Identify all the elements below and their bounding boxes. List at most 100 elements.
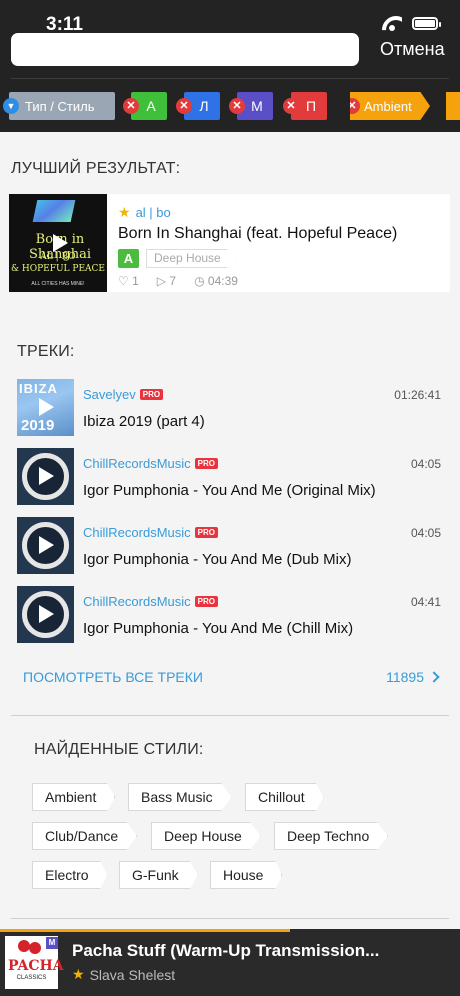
status-icons — [382, 15, 441, 31]
wifi-icon — [382, 15, 402, 31]
track-row[interactable]: ChillRecordsMusic PRO 04:05 Igor Pumphon… — [17, 517, 449, 575]
filter-chip-ambient[interactable]: ✕ Ambient — [350, 92, 430, 120]
player-progress-bar[interactable] — [0, 929, 290, 932]
track-title: Ibiza 2019 (part 4) — [83, 413, 205, 430]
track-duration: 04:41 — [410, 595, 441, 609]
track-title: Igor Pumphonia - You And Me (Dub Mix) — [83, 551, 352, 568]
track-duration: 01:26:41 — [394, 388, 441, 402]
style-tag[interactable]: Club/Dance — [32, 822, 138, 850]
cover-subtitle: CLASSICS — [16, 975, 47, 981]
track-title: Igor Pumphonia - You And Me (Original Mi… — [83, 482, 376, 499]
pro-badge: PRO — [194, 458, 218, 469]
style-tag[interactable]: G-Funk — [119, 861, 198, 889]
chevron-right-icon — [428, 671, 440, 683]
style-tag[interactable]: Electro — [32, 861, 108, 889]
remove-icon[interactable]: ✕ — [350, 98, 360, 114]
cancel-button[interactable]: Отмена — [380, 39, 445, 60]
chevron-down-icon[interactable]: ▼ — [3, 98, 19, 114]
track-artist[interactable]: ChillRecordsMusic PRO — [83, 525, 218, 540]
search-header: 3:11 Отмена ▼ Тип / Стиль ✕ A ✕ Л ✕ M ✕ … — [0, 0, 460, 132]
filter-chip-type[interactable]: ▼ Тип / Стиль — [3, 92, 115, 120]
likes-count: 1 — [132, 274, 139, 288]
styles-heading: НАЙДЕННЫЕ СТИЛИ: — [34, 741, 204, 758]
mini-player[interactable]: PACHA CLASSICS M Pacha Stuff (Warm-Up Tr… — [0, 929, 460, 996]
best-result-artist[interactable]: ★ al | bo — [118, 204, 171, 221]
artist-name: ChillRecordsMusic — [83, 456, 191, 471]
search-input[interactable] — [11, 33, 359, 66]
tracks-count-link[interactable]: 11895 — [386, 669, 440, 685]
artist-name: ChillRecordsMusic — [83, 594, 191, 609]
filter-chip-key-a[interactable]: ✕ A — [123, 92, 167, 120]
track-duration: 04:05 — [410, 457, 441, 471]
track-title: Igor Pumphonia - You And Me (Chill Mix) — [83, 620, 354, 637]
play-icon[interactable] — [53, 234, 68, 252]
filter-chips: ▼ Тип / Стиль ✕ A ✕ Л ✕ M ✕ П ✕ Ambient — [0, 90, 460, 122]
pro-badge: PRO — [139, 389, 164, 400]
player-title: Pacha Stuff (Warm-Up Transmission... — [72, 941, 380, 960]
best-result-card[interactable]: Born in Shanghai AL | BO & HOPEFUL PEACE… — [9, 194, 450, 292]
best-result-stats: ♡ 1 ▷ 7 ◷ 04:39 — [118, 274, 238, 288]
cover-logo — [32, 200, 76, 222]
plays-count: 7 — [169, 274, 177, 288]
tracks-heading: ТРЕКИ: — [17, 343, 75, 360]
track-cover[interactable] — [17, 448, 74, 505]
track-row[interactable]: ChillRecordsMusic PRO 04:41 Igor Pumphon… — [17, 586, 449, 644]
best-result-heading: ЛУЧШИЙ РЕЗУЛЬТАТ: — [11, 160, 181, 177]
pro-badge: PRO — [194, 596, 218, 607]
see-all-tracks-link[interactable]: ПОСМОТРЕТЬ ВСЕ ТРЕКИ — [23, 669, 203, 685]
track-artist[interactable]: ChillRecordsMusic PRO — [83, 456, 218, 471]
best-result-title: Born In Shanghai (feat. Hopeful Peace) — [118, 225, 398, 242]
filter-chip-label: Ambient — [364, 98, 412, 114]
tracks-count: 11895 — [386, 669, 424, 685]
duration-stat: ◷ 04:39 — [194, 274, 238, 288]
player-artist[interactable]: ★ Slava Shelest — [72, 966, 175, 983]
style-tag[interactable]: Ambient — [32, 783, 116, 811]
style-tag[interactable]: Chillout — [245, 783, 324, 811]
filter-chip-m[interactable]: ✕ M — [229, 92, 273, 120]
filter-chip-label: Л — [199, 98, 209, 114]
remove-icon[interactable]: ✕ — [283, 98, 299, 114]
remove-icon[interactable]: ✕ — [123, 98, 139, 114]
play-icon[interactable] — [39, 536, 54, 554]
best-result-cover[interactable]: Born in Shanghai AL | BO & HOPEFUL PEACE… — [9, 194, 107, 292]
filter-chip-label: A — [146, 98, 156, 114]
play-icon[interactable] — [39, 398, 54, 416]
track-artist[interactable]: ChillRecordsMusic PRO — [83, 594, 218, 609]
artist-name: ChillRecordsMusic — [83, 525, 191, 540]
style-tag[interactable]: Bass Music — [128, 783, 232, 811]
cover-subtitle: AL | BO — [40, 252, 76, 262]
play-icon[interactable] — [39, 605, 54, 623]
player-badge: M — [46, 937, 58, 949]
cherry-icon — [29, 942, 41, 954]
clock-icon: ◷ — [194, 274, 205, 288]
duration: 04:39 — [207, 274, 238, 288]
remove-icon[interactable]: ✕ — [229, 98, 245, 114]
artist-name: Savelyev — [83, 387, 136, 402]
style-tag[interactable]: House — [210, 861, 283, 889]
star-icon: ★ — [118, 204, 131, 220]
style-tag[interactable]: Deep House — [151, 822, 261, 850]
track-row[interactable]: ChillRecordsMusic PRO 04:05 Igor Pumphon… — [17, 448, 449, 506]
cover-text: PACHA — [8, 958, 64, 974]
filter-chip-l[interactable]: ✕ Л — [176, 92, 220, 120]
remove-icon[interactable]: ✕ — [176, 98, 192, 114]
style-tag[interactable]: Deep Techno — [274, 822, 389, 850]
header-divider — [11, 78, 449, 79]
filter-chip-p[interactable]: ✕ П — [283, 92, 327, 120]
cover-text: IBIZA — [19, 381, 58, 396]
track-artist[interactable]: Savelyev PRO — [83, 387, 164, 402]
battery-icon — [412, 16, 441, 30]
track-row[interactable]: IBIZA 2019 Savelyev PRO 01:26:41 Ibiza 2… — [17, 379, 449, 437]
filter-chip-more[interactable] — [446, 92, 460, 120]
section-divider — [11, 918, 449, 919]
cover-subtitle: & HOPEFUL PEACE — [11, 264, 105, 274]
play-icon[interactable] — [39, 467, 54, 485]
cover-tagline: ALL CITIES HAS MINE! — [31, 281, 85, 287]
track-cover[interactable] — [17, 586, 74, 643]
track-duration: 04:05 — [410, 526, 441, 540]
style-tag[interactable]: Deep House — [146, 249, 236, 268]
track-cover[interactable] — [17, 517, 74, 574]
play-count-icon: ▷ — [156, 274, 167, 288]
pro-badge: PRO — [194, 527, 218, 538]
track-cover[interactable]: IBIZA 2019 — [17, 379, 74, 436]
